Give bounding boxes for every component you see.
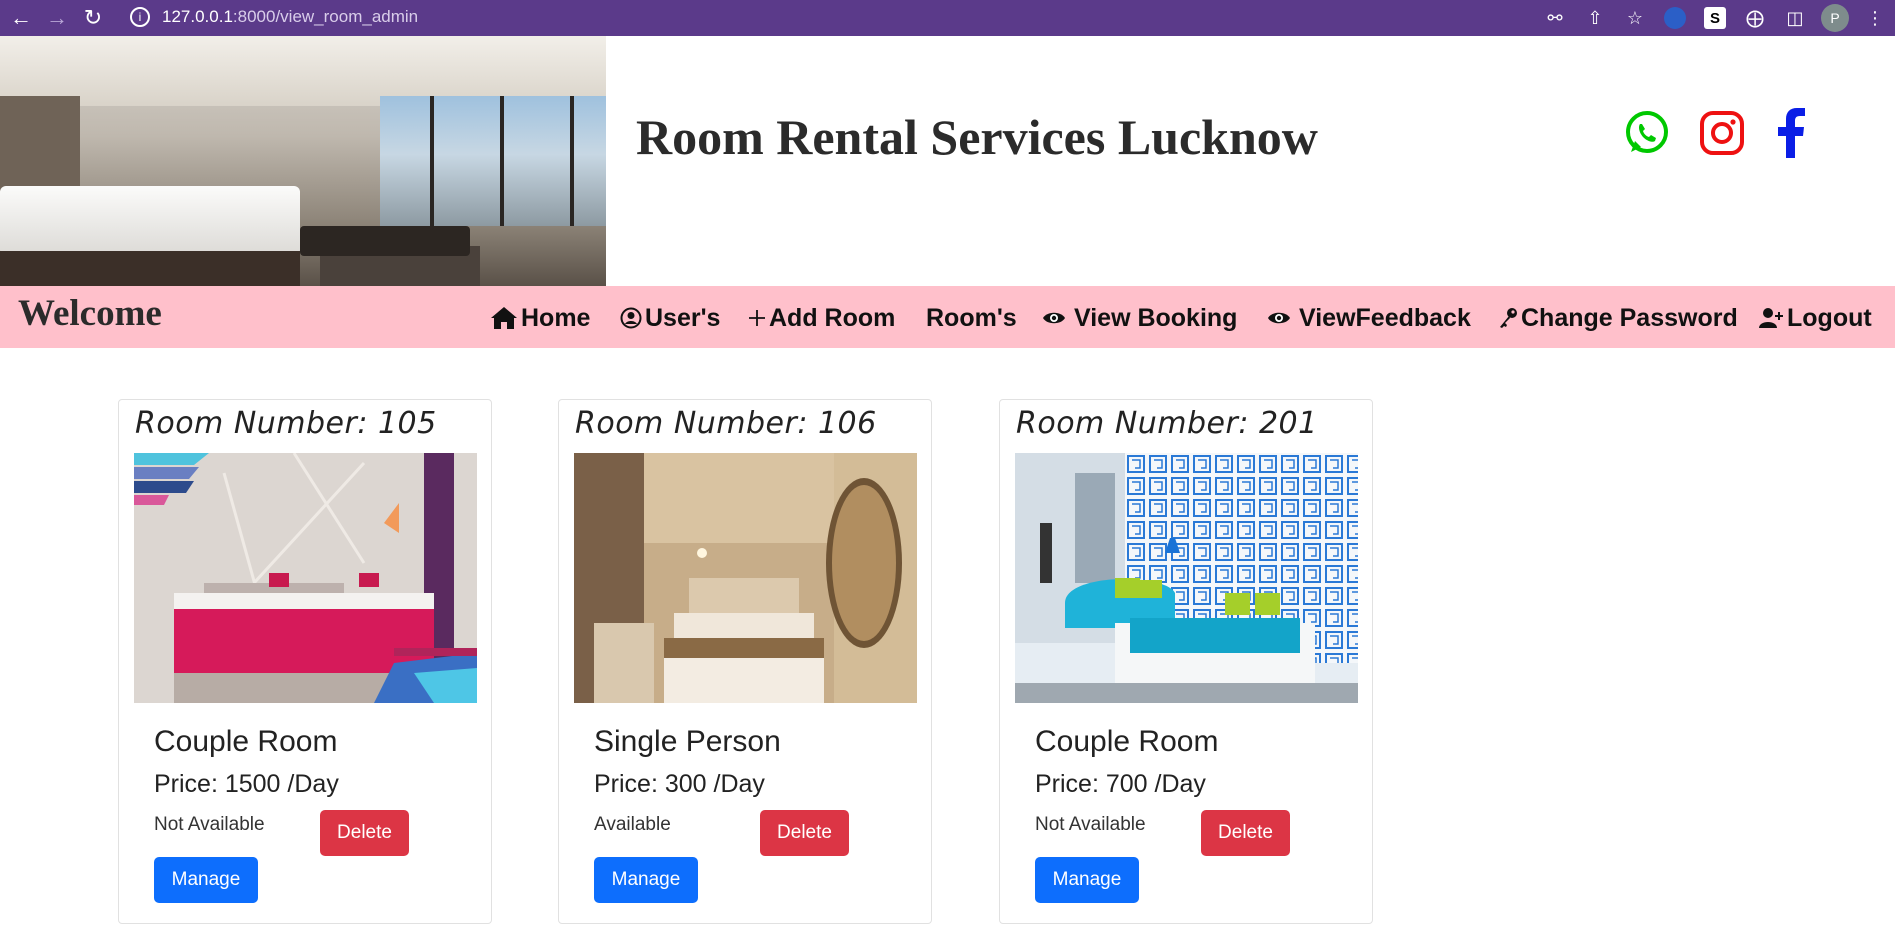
forward-arrow-icon[interactable]: → — [42, 3, 72, 33]
manage-button[interactable]: Manage — [594, 857, 698, 903]
avatar[interactable]: P — [1821, 4, 1849, 32]
site-header: Room Rental Services Lucknow — [0, 36, 1895, 286]
url-host: 127.0.0.1 — [162, 7, 233, 26]
main-navbar: Welcome Home User's Add Room Room's View… — [0, 286, 1895, 348]
delete-button[interactable]: Delete — [1201, 810, 1290, 856]
hero-image — [0, 36, 606, 286]
eye-icon — [1042, 310, 1066, 326]
nav-label: View Booking — [1074, 303, 1238, 332]
nav-label: Room's — [926, 303, 1017, 332]
nav-logout[interactable]: Logout — [1758, 298, 1872, 338]
nav-view-feedback[interactable]: ViewFeedback — [1267, 298, 1471, 338]
site-title: Room Rental Services Lucknow — [636, 109, 1318, 165]
browser-toolbar: ← → ↻ i 127.0.0.1:8000/view_room_admin ⚯… — [0, 0, 1895, 36]
availability-status: Not Available — [1035, 814, 1146, 835]
nav-users[interactable]: User's — [620, 298, 720, 338]
url-path: :8000/view_room_admin — [232, 7, 419, 26]
welcome-heading: Welcome — [18, 293, 162, 334]
user-circle-icon — [620, 307, 642, 329]
room-number: Room Number: 105 — [135, 406, 437, 441]
menu-kebab-icon[interactable]: ⋮ — [1861, 4, 1889, 32]
availability-status: Available — [594, 814, 671, 835]
nav-add-room[interactable]: Add Room — [748, 298, 895, 338]
share-icon[interactable]: ⇧ — [1581, 4, 1609, 32]
room-price: Price: 1500 /Day — [154, 770, 339, 798]
extension-s-icon[interactable]: S — [1701, 4, 1729, 32]
whatsapp-icon[interactable] — [1622, 108, 1672, 158]
nav-label: Logout — [1787, 303, 1872, 332]
room-price: Price: 300 /Day — [594, 770, 765, 798]
nav-label: Change Password — [1521, 303, 1738, 332]
room-photo — [134, 453, 477, 703]
eye-icon — [1267, 310, 1291, 326]
user-add-icon — [1758, 307, 1784, 329]
back-arrow-icon[interactable]: ← — [6, 3, 36, 33]
room-number: Room Number: 106 — [575, 406, 877, 441]
manage-button[interactable]: Manage — [154, 857, 258, 903]
availability-status: Not Available — [154, 814, 265, 835]
room-type: Couple Room — [154, 725, 338, 758]
nav-home[interactable]: Home — [490, 298, 590, 338]
nav-label: User's — [645, 303, 721, 332]
room-type: Couple Room — [1035, 725, 1219, 758]
room-photo — [574, 453, 917, 703]
room-type: Single Person — [594, 725, 781, 758]
room-photo — [1015, 453, 1358, 703]
instagram-icon[interactable] — [1697, 108, 1747, 158]
side-panel-icon[interactable]: ◫ — [1781, 4, 1809, 32]
manage-button[interactable]: Manage — [1035, 857, 1139, 903]
nav-view-booking[interactable]: View Booking — [1042, 298, 1237, 338]
nav-label: ViewFeedback — [1299, 303, 1471, 332]
room-card: Room Number: 105 Couple Room Price: 1500… — [118, 399, 492, 924]
nav-rooms[interactable]: Room's — [926, 298, 1017, 338]
plus-icon — [748, 309, 766, 327]
site-info-icon[interactable]: i — [130, 7, 150, 27]
reload-icon[interactable]: ↻ — [78, 3, 108, 33]
extension-icon[interactable] — [1661, 4, 1689, 32]
room-card: Room Number: 201 Couple Room Price: 700 … — [999, 399, 1373, 924]
key-icon[interactable]: ⚯ — [1541, 4, 1569, 32]
facebook-icon[interactable] — [1766, 108, 1816, 158]
room-number: Room Number: 201 — [1016, 406, 1318, 441]
nav-label: Add Room — [769, 303, 896, 332]
delete-button[interactable]: Delete — [760, 810, 849, 856]
nav-label: Home — [521, 303, 591, 332]
bookmark-star-icon[interactable]: ☆ — [1621, 4, 1649, 32]
puzzle-icon[interactable]: ⨁ — [1741, 4, 1769, 32]
room-card: Room Number: 106 Single Person Price: 30… — [558, 399, 932, 924]
nav-change-password[interactable]: Change Password — [1498, 298, 1738, 338]
address-bar[interactable]: i 127.0.0.1:8000/view_room_admin — [130, 2, 1530, 32]
delete-button[interactable]: Delete — [320, 810, 409, 856]
key-icon — [1498, 307, 1518, 329]
room-price: Price: 700 /Day — [1035, 770, 1206, 798]
home-icon — [490, 306, 518, 330]
